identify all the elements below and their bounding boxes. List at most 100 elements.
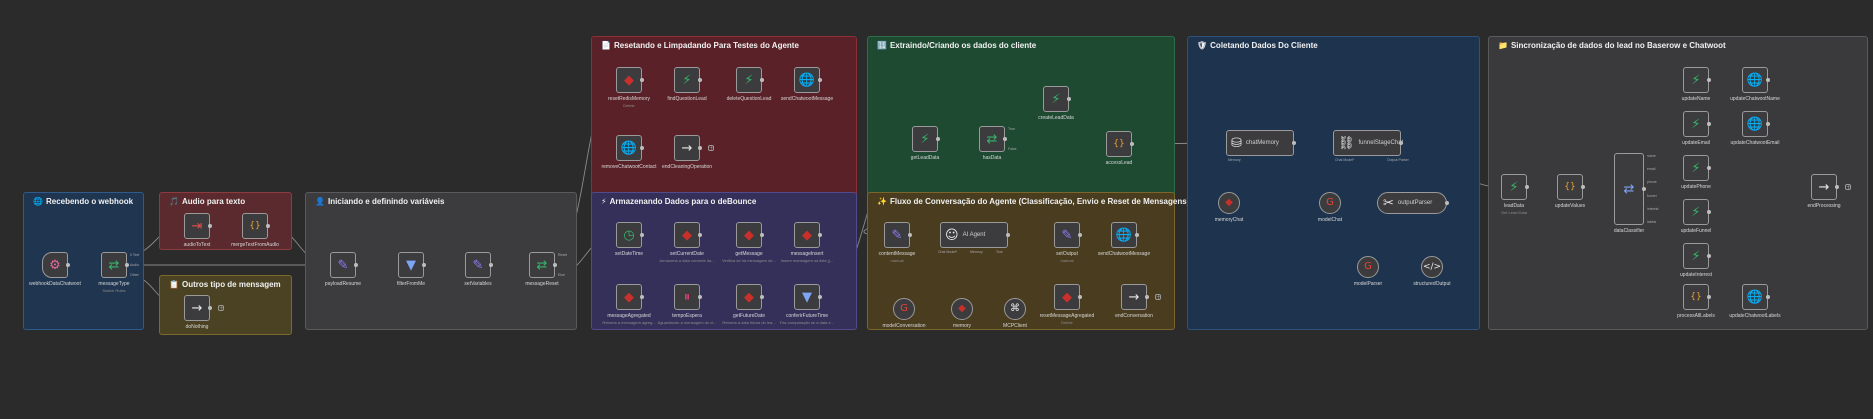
output-port[interactable] (698, 146, 702, 150)
output-port[interactable] (760, 78, 764, 82)
output-port[interactable] (640, 295, 644, 299)
output-port[interactable] (1130, 142, 1134, 146)
output-port[interactable] (422, 263, 426, 267)
workflow-canvas[interactable]: 🌐 Recebendo o webhook 🎵 Audio para texto 📋 Ou… (0, 0, 1873, 419)
output-port[interactable] (1766, 122, 1770, 126)
node-createLeadData[interactable]: ⚡ (1043, 86, 1069, 112)
node-modelParser[interactable]: G (1357, 256, 1379, 278)
node-updateInterest[interactable]: ⚡ (1683, 243, 1709, 269)
group-outros[interactable]: 📋 Outros tipo de mensagem (159, 275, 292, 335)
output-port[interactable] (266, 224, 270, 228)
output-port[interactable] (818, 295, 822, 299)
output-port[interactable] (66, 263, 70, 267)
output-port[interactable] (1003, 137, 1007, 141)
group-resetando[interactable]: 📄 Resetando e Limpadando Para Testes do A… (591, 36, 857, 198)
node-endProcessing[interactable]: → (1811, 174, 1837, 200)
output-port[interactable] (208, 224, 212, 228)
node-endCleaningOperation[interactable]: → (674, 135, 700, 161)
node-memoryChat[interactable]: ◆ (1218, 192, 1240, 214)
node-messageInsert[interactable]: ◆ (794, 222, 820, 248)
output-port[interactable] (908, 233, 912, 237)
node-hasData[interactable]: ⇄ (979, 126, 1005, 152)
node-payloadResume[interactable]: ✎ (330, 252, 356, 278)
node-outputParser[interactable]: ✂ outputParser (1377, 192, 1447, 214)
node-modelChat[interactable]: G (1319, 192, 1341, 214)
node-updatePhone[interactable]: ⚡ (1683, 155, 1709, 181)
node-processAllLabels[interactable]: {} (1683, 284, 1709, 310)
output-port[interactable] (1067, 97, 1071, 101)
add-node-button[interactable]: + (708, 145, 714, 152)
node-setVariables[interactable]: ✎ (465, 252, 491, 278)
output-port[interactable] (1642, 187, 1646, 191)
node-updateChatwootLabels[interactable]: 🌐 (1742, 284, 1768, 310)
output-port[interactable] (760, 233, 764, 237)
node-getLeadData[interactable]: ⚡ (912, 126, 938, 152)
add-node-button[interactable]: + (1845, 184, 1851, 191)
output-port[interactable] (936, 137, 940, 141)
node-messageAgregated[interactable]: ◆ (616, 284, 642, 310)
output-port[interactable] (1707, 166, 1711, 170)
output-port[interactable] (1766, 78, 1770, 82)
output-port[interactable] (1078, 295, 1082, 299)
node-findQuestionLead[interactable]: ⚡ (674, 67, 700, 93)
node-leadData[interactable]: ⚡ (1501, 174, 1527, 200)
node-funnelStageChat[interactable]: ⛓ funnelStageChat (1333, 130, 1403, 156)
output-port[interactable] (1581, 185, 1585, 189)
output-port[interactable] (1399, 141, 1403, 145)
node-endConversation[interactable]: → (1121, 284, 1147, 310)
output-port[interactable] (1135, 233, 1139, 237)
output-port[interactable] (1145, 295, 1149, 299)
node-aiAgent[interactable]: ☺ AI Agent (940, 222, 1008, 248)
node-doNothing[interactable]: → (184, 295, 210, 321)
node-resetRedisMemory[interactable]: ◆ (616, 67, 642, 93)
output-port[interactable] (1707, 254, 1711, 258)
node-messageReset[interactable]: ⇄ (529, 252, 555, 278)
node-structuredOutput[interactable]: </> (1421, 256, 1443, 278)
node-updateName[interactable]: ⚡ (1683, 67, 1709, 93)
output-port[interactable] (1835, 185, 1839, 189)
add-node-button[interactable]: + (218, 305, 224, 312)
output-port[interactable] (640, 146, 644, 150)
output-port[interactable] (1445, 201, 1449, 205)
output-port[interactable] (640, 233, 644, 237)
output-port[interactable] (818, 233, 822, 237)
node-sendChatwootMessage[interactable]: 🌐 (794, 67, 820, 93)
node-removeChatwootContact[interactable]: 🌐 (616, 135, 642, 161)
output-port[interactable] (640, 78, 644, 82)
output-port[interactable] (1707, 122, 1711, 126)
output-port[interactable] (698, 233, 702, 237)
node-chatMemory[interactable]: ⛁ chatMemory (1226, 130, 1294, 156)
node-dataClassifier[interactable]: ⇄ (1614, 153, 1644, 225)
node-updateChatwootEmail[interactable]: 🌐 (1742, 111, 1768, 137)
node-resetMessageAgregated[interactable]: ◆ (1054, 284, 1080, 310)
output-port[interactable] (1292, 141, 1296, 145)
output-port[interactable] (698, 78, 702, 82)
node-filterFromMe[interactable]: ▼ (398, 252, 424, 278)
node-updateEmail[interactable]: ⚡ (1683, 111, 1709, 137)
output-port[interactable] (553, 263, 557, 267)
output-port[interactable] (1006, 233, 1010, 237)
output-port[interactable] (1707, 210, 1711, 214)
output-port[interactable] (125, 263, 129, 267)
output-port[interactable] (760, 295, 764, 299)
node-mcpClient[interactable]: ⌘ (1004, 298, 1026, 320)
node-conferirFutureTime[interactable]: ▼ (794, 284, 820, 310)
node-mergeTextFromAudio[interactable]: {} (242, 213, 268, 239)
node-messageType[interactable]: ⇄ (101, 252, 127, 278)
node-getFutureDate[interactable]: ◆ (736, 284, 762, 310)
node-modelConversation[interactable]: G (893, 298, 915, 320)
add-node-button[interactable]: + (1155, 294, 1161, 301)
node-updateChatwootName[interactable]: 🌐 (1742, 67, 1768, 93)
output-port[interactable] (698, 295, 702, 299)
output-port[interactable] (1766, 295, 1770, 299)
node-audioToText[interactable]: ⇥ (184, 213, 210, 239)
node-getMessage[interactable]: ◆ (736, 222, 762, 248)
output-port[interactable] (354, 263, 358, 267)
output-port[interactable] (1078, 233, 1082, 237)
node-updateValues[interactable]: {} (1557, 174, 1583, 200)
output-port[interactable] (818, 78, 822, 82)
output-port[interactable] (208, 306, 212, 310)
node-sendChatwootMessage2[interactable]: 🌐 (1111, 222, 1137, 248)
node-tempoEspera[interactable]: ⏸ (674, 284, 700, 310)
node-accessLead[interactable]: {} (1106, 131, 1132, 157)
